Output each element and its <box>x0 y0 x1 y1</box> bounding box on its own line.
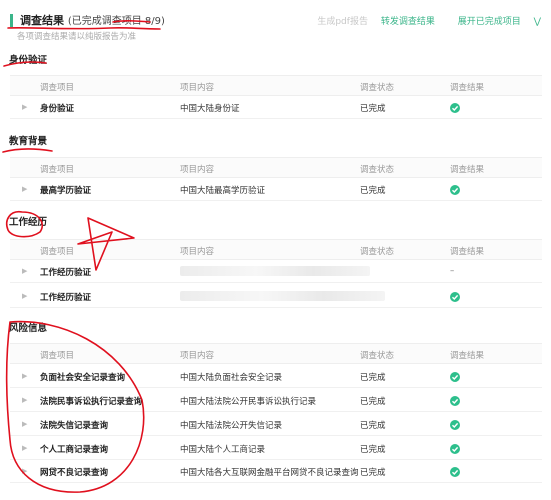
check-circle-icon <box>450 444 460 454</box>
col-content-header: 项目内容 <box>180 247 215 257</box>
table-row[interactable]: ▶ 法院失信记录查询 中国大陆法院公开失信记录 已完成 <box>10 413 542 436</box>
page-title-text: 调查结果 <box>20 14 64 27</box>
table-row[interactable]: ▶ 网贷不良记录查询 中国大陆各大互联网金融平台网贷不良记录查询 已完成 <box>10 460 542 483</box>
table-row[interactable]: ▶ 负面社会安全记录查询 中国大陆负面社会安全记录 已完成 <box>10 365 542 388</box>
caret-right-icon[interactable]: ▶ <box>22 420 27 428</box>
col-content-header: 项目内容 <box>180 351 215 361</box>
section-title-work: 工作经历 <box>9 217 48 228</box>
row-content: 中国大陆法院公开失信记录 <box>180 421 283 431</box>
results-hint: 各项调查结果请以纯版报告为准 <box>17 32 137 42</box>
caret-right-icon[interactable]: ▶ <box>22 103 27 111</box>
col-status-header: 调查状态 <box>360 83 395 93</box>
col-item-header: 调查项目 <box>40 165 75 175</box>
table-header: 调查项目 项目内容 调查状态 调查结果 <box>10 239 542 260</box>
row-content: 中国大陆各大互联网金融平台网贷不良记录查询 <box>180 468 359 478</box>
row-result-pending: – <box>450 266 455 276</box>
caret-right-icon[interactable]: ▶ <box>22 467 27 475</box>
table-header: 调查项目 项目内容 调查状态 调查结果 <box>10 157 542 178</box>
col-status-header: 调查状态 <box>360 247 395 257</box>
results-header: 调查结果 (已完成调查项目 8/9) 生成pdf报告 转发调查结果 展开已完成项… <box>10 10 545 32</box>
page-title: 调查结果 (已完成调查项目 8/9) <box>20 12 165 28</box>
row-status: 已完成 <box>360 421 386 431</box>
check-circle-icon <box>450 292 460 302</box>
col-result-header: 调查结果 <box>450 247 485 257</box>
caret-right-icon[interactable]: ▶ <box>22 372 27 380</box>
row-content: 中国大陆负面社会安全记录 <box>180 373 283 383</box>
check-circle-icon <box>450 396 460 406</box>
row-status: 已完成 <box>360 104 386 114</box>
section-title-education: 教育背景 <box>9 136 48 147</box>
col-content-header: 项目内容 <box>180 165 215 175</box>
section-title-risk: 风险信息 <box>9 323 48 334</box>
table-row[interactable]: ▶ 工作经历验证 <box>10 285 542 308</box>
col-result-header: 调查结果 <box>450 351 485 361</box>
table-header: 调查项目 项目内容 调查状态 调查结果 <box>10 343 542 364</box>
caret-right-icon[interactable]: ▶ <box>22 396 27 404</box>
check-circle-icon <box>450 372 460 382</box>
forward-results-button[interactable]: 转发调查结果 <box>381 17 435 27</box>
row-status: 已完成 <box>360 445 386 455</box>
row-item: 个人工商记录查询 <box>40 445 109 455</box>
double-chevron-down-icon: ⋁ <box>533 17 541 27</box>
col-result-header: 调查结果 <box>450 165 485 175</box>
row-item: 工作经历验证 <box>40 293 92 303</box>
table-row[interactable]: ▶ 工作经历验证 – <box>10 260 542 283</box>
caret-right-icon[interactable]: ▶ <box>22 444 27 452</box>
redacted-content <box>180 266 370 276</box>
expand-completed-button[interactable]: 展开已完成项目 ⋁ <box>448 17 541 27</box>
table-header: 调查项目 项目内容 调查状态 调查结果 <box>10 75 542 96</box>
row-status: 已完成 <box>360 186 386 196</box>
col-item-header: 调查项目 <box>40 83 75 93</box>
table-row[interactable]: ▶ 法院民事诉讼执行记录查询 中国大陆法院公开民事诉讼执行记录 已完成 <box>10 389 542 412</box>
table-row[interactable]: ▶ 个人工商记录查询 中国大陆个人工商记录 已完成 <box>10 437 542 460</box>
header-actions: 生成pdf报告 转发调查结果 展开已完成项目 ⋁ <box>307 14 541 27</box>
section-accent-bar <box>10 14 13 27</box>
caret-right-icon[interactable]: ▶ <box>22 292 27 300</box>
col-status-header: 调查状态 <box>360 165 395 175</box>
check-circle-icon <box>450 467 460 477</box>
col-item-header: 调查项目 <box>40 247 75 257</box>
row-item: 工作经历验证 <box>40 268 92 278</box>
row-item: 网贷不良记录查询 <box>40 468 109 478</box>
check-circle-icon <box>450 420 460 430</box>
redacted-content <box>180 291 385 301</box>
caret-right-icon[interactable]: ▶ <box>22 185 27 193</box>
table-row[interactable]: ▶ 身份验证 中国大陆身份证 已完成 <box>10 96 542 119</box>
row-item: 身份验证 <box>40 104 75 114</box>
progress-subtitle: (已完成调查项目 8/9) <box>67 16 165 27</box>
row-content: 中国大陆法院公开民事诉讼执行记录 <box>180 397 317 407</box>
col-status-header: 调查状态 <box>360 351 395 361</box>
check-circle-icon <box>450 185 460 195</box>
row-item: 法院民事诉讼执行记录查询 <box>40 397 143 407</box>
caret-right-icon[interactable]: ▶ <box>22 267 27 275</box>
table-row[interactable]: ▶ 最高学历验证 中国大陆最高学历验证 已完成 <box>10 178 542 201</box>
annotation-underline-education <box>2 148 53 153</box>
col-content-header: 项目内容 <box>180 83 215 93</box>
generate-pdf-button[interactable]: 生成pdf报告 <box>317 17 368 27</box>
row-content: 中国大陆身份证 <box>180 104 240 114</box>
row-status: 已完成 <box>360 397 386 407</box>
row-item: 最高学历验证 <box>40 186 92 196</box>
row-status: 已完成 <box>360 373 386 383</box>
row-item: 法院失信记录查询 <box>40 421 109 431</box>
expand-completed-label: 展开已完成项目 <box>457 17 521 27</box>
row-content: 中国大陆最高学历验证 <box>180 186 266 196</box>
check-circle-icon <box>450 103 460 113</box>
col-item-header: 调查项目 <box>40 351 75 361</box>
row-content: 中国大陆个人工商记录 <box>180 445 266 455</box>
section-title-identity: 身份验证 <box>9 55 48 66</box>
row-status: 已完成 <box>360 468 386 478</box>
row-item: 负面社会安全记录查询 <box>40 373 126 383</box>
col-result-header: 调查结果 <box>450 83 485 93</box>
